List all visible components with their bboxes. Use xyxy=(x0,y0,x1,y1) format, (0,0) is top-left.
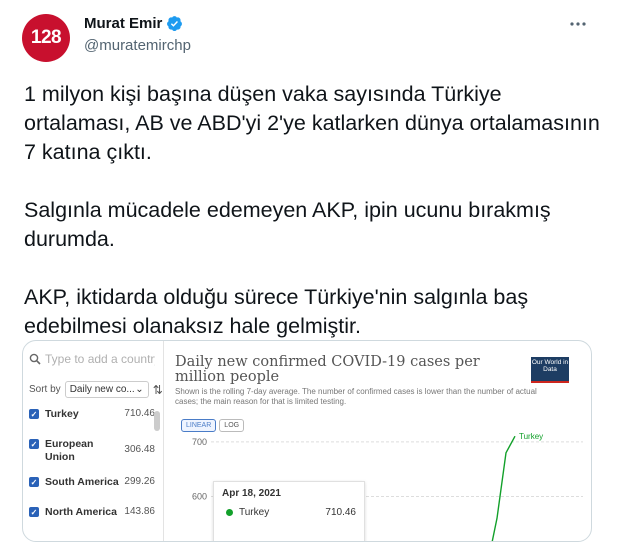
avatar[interactable]: 128 xyxy=(22,14,70,62)
checkbox-checked-icon[interactable]: ✓ xyxy=(29,507,39,517)
tweet: 128 Murat Emir @muratemirchp 1 milyon ki… xyxy=(0,0,623,542)
tooltip-entity: Turkey xyxy=(239,507,270,518)
tweet-paragraph: 1 milyon kişi başına düşen vaka sayısınd… xyxy=(24,82,600,164)
entity-panel: Sort by Daily new co...⌄ ⇅ ✓ Turkey 710.… xyxy=(23,341,164,541)
y-tick-label: 600 xyxy=(192,491,207,501)
checkbox-checked-icon[interactable]: ✓ xyxy=(29,409,39,419)
entity-value: 299.26 xyxy=(124,476,155,487)
search-icon xyxy=(29,353,41,365)
entity-row[interactable]: ✓ Turkey 710.46 xyxy=(29,408,155,438)
sort-select[interactable]: Daily new co... ⌄ xyxy=(64,381,149,398)
chart-tooltip: Apr 18, 2021 Turkey 710.46 xyxy=(213,481,365,541)
entity-row[interactable]: ✓ North America 143.86 xyxy=(29,506,155,526)
entity-row[interactable]: ✓ South America 299.26 xyxy=(29,476,155,506)
y-tick-label: 700 xyxy=(192,437,207,447)
series-label: Turkey xyxy=(519,432,543,441)
entity-list: ✓ Turkey 710.46 ✓ European Union 306.48 … xyxy=(29,408,155,526)
author-name-row: Murat Emir xyxy=(84,15,183,32)
checkbox-checked-icon[interactable]: ✓ xyxy=(29,439,39,449)
tooltip-row: Turkey 710.46 xyxy=(222,507,356,518)
chart-title: Daily new confirmed COVID-19 cases per m… xyxy=(175,354,480,385)
checkbox-checked-icon[interactable]: ✓ xyxy=(29,477,39,487)
series-color-dot xyxy=(226,509,233,516)
entity-value: 710.46 xyxy=(124,408,155,419)
owid-logo[interactable]: Our World in Data xyxy=(531,357,569,383)
entity-name: Turkey xyxy=(45,408,79,420)
entity-name: European Union xyxy=(45,438,94,463)
handle[interactable]: @muratemirchp xyxy=(84,37,191,54)
tweet-paragraph: Salgınla mücadele edemeyen AKP, ipin ucu… xyxy=(24,198,551,251)
chevron-down-icon: ⌄ xyxy=(135,384,144,395)
scrollbar-thumb[interactable] xyxy=(154,411,160,431)
avatar-text: 128 xyxy=(30,27,62,48)
verified-badge-icon xyxy=(167,16,183,32)
entity-name: South America xyxy=(45,476,119,488)
display-name[interactable]: Murat Emir xyxy=(84,15,162,32)
tweet-text: 1 milyon kişi başına düşen vaka sayısınd… xyxy=(24,80,604,341)
tooltip-value: 710.46 xyxy=(325,507,356,518)
series-line-turkey[interactable] xyxy=(488,435,516,541)
entity-name: North America xyxy=(45,506,117,518)
entity-value: 306.48 xyxy=(124,444,155,455)
chart-subtitle: Shown is the rolling 7-day average. The … xyxy=(175,387,537,406)
sort-order-icon[interactable]: ⇅ xyxy=(153,383,163,397)
search-input[interactable] xyxy=(45,352,155,366)
country-search[interactable] xyxy=(29,349,159,369)
tweet-media[interactable]: Sort by Daily new co...⌄ ⇅ ✓ Turkey 710.… xyxy=(22,340,592,542)
tweet-paragraph: AKP, iktidarda olduğu sürece Türkiye'nin… xyxy=(24,285,529,338)
more-icon[interactable] xyxy=(566,12,590,36)
entity-row[interactable]: ✓ European Union 306.48 xyxy=(29,438,155,476)
tooltip-date: Apr 18, 2021 xyxy=(222,488,281,499)
sort-value: Daily new co... xyxy=(69,384,135,395)
sort-label: Sort by xyxy=(29,384,61,395)
sort-row: Sort by Daily new co... ⌄ ⇅ xyxy=(29,381,163,398)
entity-value: 143.86 xyxy=(124,506,155,517)
